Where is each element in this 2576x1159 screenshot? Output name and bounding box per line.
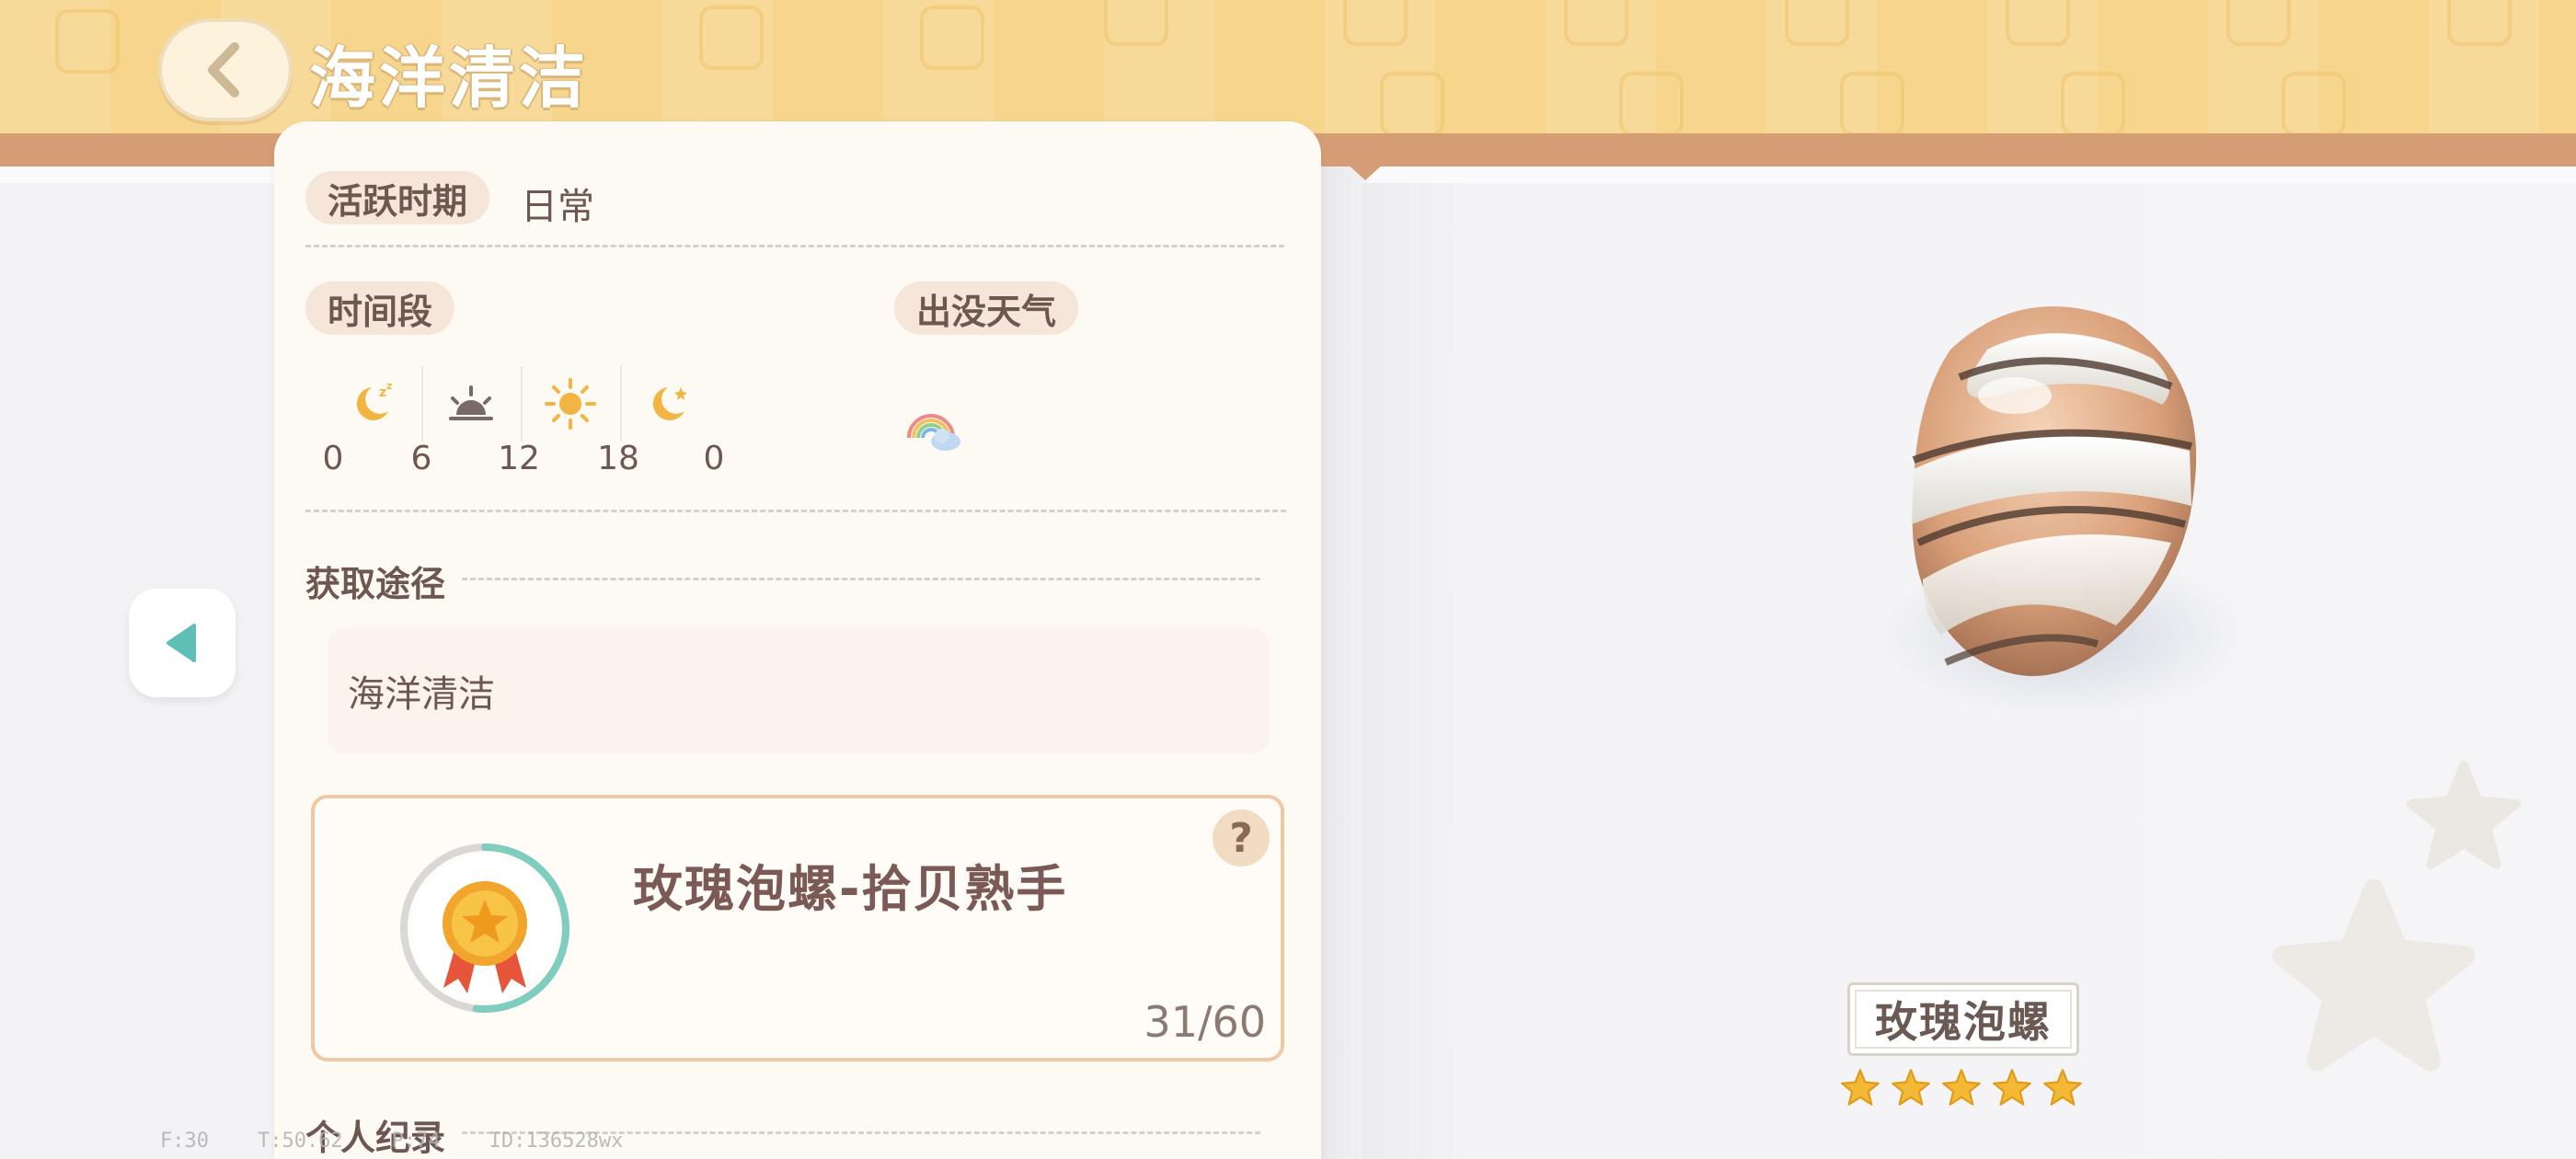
moon-star-icon: [652, 387, 687, 420]
sun-icon: [545, 378, 596, 430]
rarity-stars: [1840, 1067, 2083, 1113]
time-slot-evening: [620, 366, 719, 442]
side-collapse-tab[interactable]: [129, 589, 236, 697]
banner-tile: [2282, 72, 2346, 133]
star-icon: [1841, 1069, 1880, 1106]
banner-tile: [699, 6, 764, 70]
tab-notch: [1345, 162, 1386, 180]
achievement-progress: 31/60: [1144, 997, 1266, 1047]
time-tick: 0: [322, 440, 344, 477]
star-icon: [1993, 1069, 2031, 1106]
background-star-small: [2407, 761, 2521, 869]
triangle-left-icon: [167, 624, 196, 662]
time-tick: 0: [703, 440, 725, 477]
back-button[interactable]: [158, 18, 293, 121]
shell-model: [1877, 306, 2245, 717]
svg-text:z: z: [379, 385, 386, 400]
rainbow-cloud-icon: [907, 414, 960, 451]
svg-text:z: z: [386, 380, 392, 392]
background-star-large: [2272, 878, 2475, 1072]
star-icon: [1942, 1069, 1981, 1106]
source-value: 海洋清洁: [348, 673, 495, 716]
banner-tile: [2006, 0, 2070, 46]
star-icon: [1892, 1069, 1930, 1106]
banner-tile: [1785, 0, 1849, 46]
banner-tile: [1619, 72, 1684, 133]
banner-tile: [1104, 0, 1168, 46]
chevron-left-icon: [208, 42, 239, 98]
item-name-plate: 玫瑰泡螺: [1847, 982, 2079, 1056]
banner-tile: [2061, 72, 2125, 133]
debug-overlay: F:30 T:50.62 P:74 ID:136528wx: [160, 1130, 624, 1153]
time-slot-night: z z: [324, 366, 423, 442]
banner-tile: [1380, 72, 1444, 133]
help-button[interactable]: ?: [1213, 809, 1270, 866]
weather-label: 出没天气: [894, 281, 1079, 335]
banner-tile: [1343, 0, 1408, 46]
panel-divider: [1321, 166, 1367, 1159]
time-slot-morning: [421, 366, 521, 442]
divider: [305, 510, 1286, 512]
star-icon: [2043, 1069, 2082, 1106]
banner-tile: [1564, 0, 1628, 46]
banner-tile: [2226, 0, 2291, 46]
moon-sleep-icon: z z: [356, 380, 392, 420]
active-period-label: 活跃时期: [305, 171, 490, 224]
divider: [305, 245, 1284, 247]
achievement-progress-ring: [400, 843, 569, 1013]
banner-tile: [55, 9, 120, 74]
divider: [462, 578, 1260, 580]
banner-tile: [1840, 72, 1904, 133]
time-tick: 6: [410, 440, 432, 477]
time-period-label: 时间段: [305, 281, 455, 335]
banner-tile: [2447, 0, 2512, 46]
time-tick: 12: [498, 440, 540, 477]
time-tick: 18: [597, 440, 639, 477]
sunrise-icon: [449, 385, 493, 420]
time-slot-noon: [521, 366, 620, 442]
page-title: 海洋清洁: [309, 40, 590, 117]
active-period-value: 日常: [521, 186, 594, 228]
achievement-title: 玫瑰泡螺-拾贝熟手: [633, 860, 1068, 918]
banner-tile: [920, 6, 984, 70]
source-label: 获取途径: [305, 564, 446, 604]
